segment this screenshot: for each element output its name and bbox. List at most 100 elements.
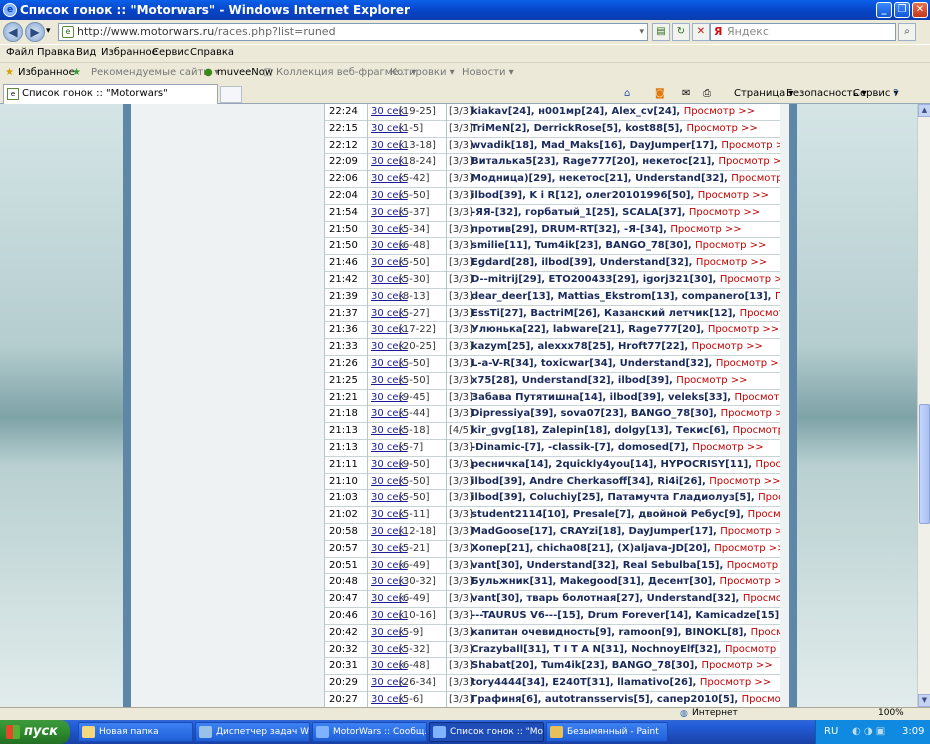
view-link[interactable]: Просмотр >> <box>714 543 780 554</box>
language-indicator[interactable]: RU <box>824 720 838 744</box>
race-players[interactable]: Виталька5[23], Rage777[20], некетос[21],… <box>471 154 780 170</box>
race-players[interactable]: капитан очевидность[9], ramoon[9], BINOK… <box>471 625 780 641</box>
players-list[interactable]: wvadik[18], Mad_Maks[16], DayJumper[17], <box>471 140 718 151</box>
print-icon[interactable]: ⎙ <box>703 88 711 99</box>
view-link[interactable]: Просмотр >> <box>719 576 780 587</box>
menu-view[interactable]: Вид <box>76 47 96 58</box>
view-link[interactable]: Просмотр >> <box>731 173 780 184</box>
players-list[interactable]: Виталька5[23], Rage777[20], некетос[21], <box>471 156 715 167</box>
race-players[interactable]: против[29], DRUM-RT[32], -Я-[34], Просмо… <box>471 222 742 238</box>
forward-button[interactable]: ▶ <box>25 22 45 42</box>
race-players[interactable]: Модница)[29], некетос[21], Understand[32… <box>471 171 780 187</box>
view-link[interactable]: Просмотр >> <box>689 207 760 218</box>
feeds-icon[interactable]: ◙ <box>655 88 665 99</box>
players-list[interactable]: kazym[25], alexxx78[25], Hroft77[22], <box>471 341 688 352</box>
race-players[interactable]: Dipressiya[39], sova07[23], BANGO_78[30]… <box>471 406 780 422</box>
menu-favorites[interactable]: Избранное <box>101 47 158 58</box>
race-players[interactable]: smilie[11], Tum4ik[23], BANGO_78[30], Пр… <box>471 238 766 254</box>
view-link[interactable]: Просмотр >> <box>727 560 780 571</box>
players-list[interactable]: student2114[10], Presale[7], двойной Реб… <box>471 509 744 520</box>
players-list[interactable]: Хопер[21], chicha08[21], (X)aljava-JD[20… <box>471 543 711 554</box>
view-link[interactable]: Просмотр >> <box>775 291 780 302</box>
view-link[interactable]: Просмотр >> <box>684 106 755 117</box>
race-players[interactable]: vant[30], тварь болотная[27], Understand… <box>471 591 780 607</box>
race-players[interactable]: TriMeN[2], DerrickRose[5], kost88[5], Пр… <box>471 121 758 137</box>
race-players[interactable]: L-a-V-R[34], toxicwar[34], Understand[32… <box>471 356 780 372</box>
start-button[interactable]: пуск <box>0 720 70 744</box>
players-list[interactable]: Egdard[28], ilbod[39], Understand[32], <box>471 257 692 268</box>
race-players[interactable]: kir_gvg[18], Zalepin[18], dolgy[13], Тек… <box>471 423 780 439</box>
players-list[interactable]: Модница)[29], некетос[21], Understand[32… <box>471 173 728 184</box>
players-list[interactable]: ilbod[39], Coluchiy[25], Патамучта Глади… <box>471 492 755 503</box>
race-players[interactable]: D--mitrij[29], ETO200433[29], igorj321[3… <box>471 272 780 288</box>
race-players[interactable]: ресничка[14], 2quickly4you[14], HYPOCRIS… <box>471 457 780 473</box>
vertical-scrollbar[interactable]: ▲ ▼ <box>917 104 930 707</box>
race-players[interactable]: vant[30], Understand[32], Real Sebulba[1… <box>471 558 780 574</box>
race-players[interactable]: x75[28], Understand[32], ilbod[39], Прос… <box>471 373 748 389</box>
view-link[interactable]: Просмотр >> <box>740 308 780 319</box>
players-list[interactable]: -Dinamic-[7], -classik-[7], domosed[7], <box>471 442 689 453</box>
menu-file[interactable]: Файл <box>6 47 34 58</box>
task-races-list[interactable]: Список гонок :: "Mot... <box>429 722 544 742</box>
task-new-folder[interactable]: Новая папка <box>78 722 193 742</box>
back-button[interactable]: ◀ <box>3 22 23 42</box>
view-link[interactable]: Просмотр >> <box>709 476 780 487</box>
view-link[interactable]: Просмотр >> <box>751 627 780 638</box>
task-paint[interactable]: Безымянный - Paint <box>546 722 668 742</box>
players-list[interactable]: MadGoose[17], CRAYzi[18], DayJumper[17], <box>471 526 717 537</box>
players-list[interactable]: dear_deer[13], Mattias_Ekstrom[13], comp… <box>471 291 771 302</box>
race-players[interactable]: Графиня[6], autotransservis[5], сапер201… <box>471 692 780 707</box>
view-link[interactable]: Просмотр >> <box>716 358 780 369</box>
players-list[interactable]: Улюнька[22], labware[21], Rage777[20], <box>471 324 704 335</box>
players-list[interactable]: D--mitrij[29], ETO200433[29], igorj321[3… <box>471 274 716 285</box>
view-link[interactable]: Просмотр >> <box>733 425 780 436</box>
view-link[interactable]: Просмотр >> <box>692 341 763 352</box>
cmd-tools[interactable]: Сервис ▾ <box>853 88 899 99</box>
race-players[interactable]: ilbod[39], K i R[12], олег20101996[50], … <box>471 188 769 204</box>
view-link[interactable]: Просмотр >> <box>708 324 779 335</box>
view-link[interactable]: Просмотр >> <box>718 156 780 167</box>
view-link[interactable]: Просмотр >> <box>698 190 769 201</box>
view-link[interactable]: Просмотр >> <box>748 509 780 520</box>
view-link[interactable]: Просмотр >> <box>758 492 780 503</box>
address-bar[interactable]: e http://www.motorwars.ru/races.php?list… <box>58 23 648 41</box>
players-list[interactable]: Забава Путятишна[14], ilbod[39], veleks[… <box>471 392 731 403</box>
close-button[interactable]: ✕ <box>912 2 928 18</box>
task-motorwars-messages[interactable]: MotorWars :: Сообщ... <box>312 722 427 742</box>
race-players[interactable]: Бульжник[31], Makegood[31], Десент[30], … <box>471 574 780 590</box>
view-link[interactable]: Просмотр >> <box>701 660 772 671</box>
scroll-thumb[interactable] <box>919 404 930 524</box>
players-list[interactable]: kiakav[24], н001мр[24], Alex_cv[24], <box>471 106 680 117</box>
view-link[interactable]: Просмотр >> <box>743 593 780 604</box>
players-list[interactable]: Графиня[6], autotransservis[5], сапер201… <box>471 694 738 705</box>
view-link[interactable]: Просмотр >> <box>735 392 781 403</box>
players-list[interactable]: -ЯЯ-[32], горбатый_1[25], SCALA[37], <box>471 207 685 218</box>
history-dropdown-icon[interactable]: ▾ <box>46 26 51 36</box>
view-link[interactable]: Просмотр >> <box>720 274 780 285</box>
players-list[interactable]: vant[30], тварь болотная[27], Understand… <box>471 593 739 604</box>
players-list[interactable]: kir_gvg[18], Zalepin[18], dolgy[13], Тек… <box>471 425 729 436</box>
race-players[interactable]: wvadik[18], Mad_Maks[16], DayJumper[17],… <box>471 138 780 154</box>
minimize-button[interactable]: _ <box>876 2 892 18</box>
view-link[interactable]: Просмотр >> <box>692 442 763 453</box>
race-players[interactable]: Улюнька[22], labware[21], Rage777[20], П… <box>471 322 779 338</box>
players-list[interactable]: Бульжник[31], Makegood[31], Десент[30], <box>471 576 716 587</box>
race-players[interactable]: -ЯЯ-[32], горбатый_1[25], SCALA[37], Про… <box>471 205 760 221</box>
menu-edit[interactable]: Правка <box>37 47 75 58</box>
players-list[interactable]: Crazyball[31], T I T A N[31], NochnoyElf… <box>471 644 721 655</box>
race-players[interactable]: Забава Путятишна[14], ilbod[39], veleks[… <box>471 390 780 406</box>
view-link[interactable]: Просмотр >> <box>756 459 781 470</box>
menu-help[interactable]: Справка <box>190 47 234 58</box>
players-list[interactable]: EssTi[27], BactriM[26], Казанский летчик… <box>471 308 736 319</box>
race-players[interactable]: MadGoose[17], CRAYzi[18], DayJumper[17],… <box>471 524 780 540</box>
compat-view-icon[interactable]: ▤ <box>652 23 670 41</box>
race-players[interactable]: Egdard[28], ilbod[39], Understand[32], П… <box>471 255 767 271</box>
view-link[interactable]: Просмотр >> <box>742 694 780 705</box>
view-link[interactable]: Просмотр >> <box>725 644 780 655</box>
race-players[interactable]: dear_deer[13], Mattias_Ekstrom[13], comp… <box>471 289 780 305</box>
view-link[interactable]: Просмотр >> <box>700 677 771 688</box>
race-players[interactable]: ilbod[39], Andre Cherkasoff[34], Ri4i[26… <box>471 474 780 490</box>
tab-races[interactable]: e Список гонок :: "Motorwars" <box>3 84 218 104</box>
view-link[interactable]: Просмотр >> <box>686 123 757 134</box>
new-tab-button[interactable] <box>220 86 242 103</box>
